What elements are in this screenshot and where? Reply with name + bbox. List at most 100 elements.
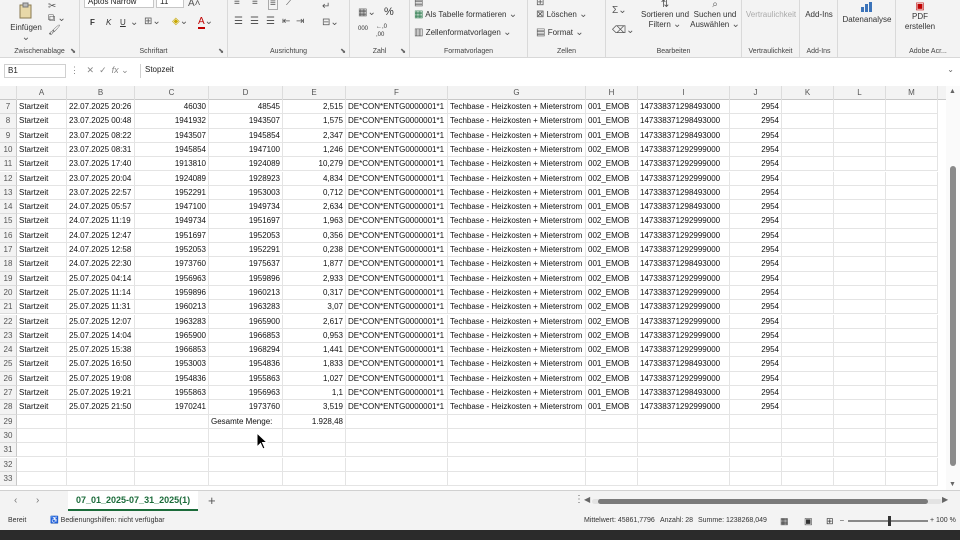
cell-h[interactable] [586,471,638,487]
cell-c[interactable]: 1956963 [135,271,209,286]
increase-indent-button[interactable]: ⇥ [296,17,304,27]
cell-e[interactable]: 2,634 [283,200,346,215]
cell-j[interactable]: 2954 [730,128,782,143]
cell-e[interactable]: 1,441 [283,343,346,358]
row-header[interactable]: 25 [0,357,17,372]
cell-h[interactable]: 001_EMOB [586,200,638,215]
cell-g[interactable]: Techbase - Heizkosten + Mieterstrom [448,128,586,143]
cell-h[interactable] [586,414,638,429]
cell-g[interactable]: Techbase - Heizkosten + Mieterstrom [448,228,586,243]
cell-k[interactable] [782,300,834,315]
cell-g[interactable] [448,471,586,487]
cell-h[interactable]: 002_EMOB [586,371,638,386]
cell-j[interactable] [730,428,782,444]
cell-k[interactable] [782,157,834,172]
cell-g[interactable] [448,414,586,429]
cell-e[interactable]: 1,877 [283,257,346,272]
cell-d[interactable]: 1956963 [209,386,283,401]
cell-b[interactable]: 24.07.2025 12:58 [67,243,135,258]
cell-e[interactable]: 2,617 [283,314,346,329]
cell-k[interactable] [782,243,834,258]
zoom-slider[interactable] [848,516,928,526]
align-middle-button[interactable]: ≡ [252,0,258,8]
column-header[interactable]: D [209,86,283,100]
cell-f[interactable]: DE*CON*ENTG0000001*1 [346,300,448,315]
cell-h[interactable]: 002_EMOB [586,214,638,229]
vertical-scroll-thumb[interactable] [950,166,956,466]
cell-m[interactable] [886,328,938,344]
cell-b[interactable]: 23.07.2025 17:40 [67,157,135,172]
cell-a[interactable]: Startzeit [17,200,67,215]
cell-k[interactable] [782,200,834,215]
cell-l[interactable] [834,300,886,315]
clear-button[interactable]: ⌫⌄ [612,26,635,36]
cell-h[interactable]: 001_EMOB [586,128,638,143]
cell-g[interactable]: Techbase - Heizkosten + Mieterstrom [448,343,586,358]
cell-e[interactable]: 3,519 [283,400,346,415]
cell-e[interactable] [283,457,346,472]
cell-a[interactable]: Startzeit [17,228,67,243]
thousands-button[interactable]: 000 [358,24,368,34]
cell-f[interactable]: DE*CON*ENTG0000001*1 [346,171,448,186]
row-header[interactable]: 7 [0,100,17,115]
cell-a[interactable]: Startzeit [17,114,67,129]
cell-d[interactable]: 1966853 [209,328,283,344]
column-header[interactable]: I [638,86,730,100]
cell-c[interactable]: 46030 [135,100,209,115]
cell-g[interactable]: Techbase - Heizkosten + Mieterstrom [448,271,586,286]
cell-d[interactable]: 1945854 [209,128,283,143]
select-all-corner[interactable] [0,86,17,100]
cell-i[interactable]: 147338371292999000 [638,214,730,229]
cell-a[interactable]: Startzeit [17,185,67,201]
row-header[interactable]: 33 [0,471,17,487]
orientation-button[interactable]: ⟋ [286,0,293,8]
cell-l[interactable] [834,257,886,272]
cell-a[interactable]: Startzeit [17,171,67,186]
accounting-format-button[interactable]: ▦⌄ [358,8,376,18]
cell-e[interactable] [283,471,346,487]
sort-filter-button[interactable]: ⇅ Sortieren und Filtern ⌄ [640,0,690,30]
cell-a[interactable]: Startzeit [17,214,67,229]
cell-l[interactable] [834,400,886,415]
decrease-decimal-button[interactable]: ,00 [376,30,384,40]
cell-b[interactable]: 24.07.2025 11:19 [67,214,135,229]
cell-j[interactable]: 2954 [730,400,782,415]
cell-i[interactable]: 147338371292999000 [638,285,730,301]
cell-h[interactable]: 001_EMOB [586,357,638,372]
expand-formula-icon[interactable]: ⌄ [947,65,954,74]
fill-color-button[interactable]: ◈⌄ [172,17,188,27]
cell-a[interactable]: Startzeit [17,257,67,272]
insert-function-button[interactable]: fx [112,65,119,75]
cell-m[interactable] [886,128,938,143]
cell-m[interactable] [886,200,938,215]
cell-b[interactable]: 25.07.2025 19:08 [67,371,135,386]
cell-l[interactable] [834,428,886,444]
cell-a[interactable]: Startzeit [17,100,67,115]
delete-cells-button[interactable]: ⊠ Löschen ⌄ [536,10,588,20]
cell-m[interactable] [886,171,938,186]
cell-l[interactable] [834,100,886,115]
cell-e[interactable]: 1,1 [283,386,346,401]
cell-l[interactable] [834,443,886,458]
font-color-button[interactable]: A⌄ [198,17,213,29]
cell-c[interactable] [135,471,209,487]
cell-i[interactable]: 147338371298493000 [638,257,730,272]
cell-h[interactable]: 002_EMOB [586,157,638,172]
cell-i[interactable] [638,471,730,487]
cell-d[interactable] [209,443,283,458]
sensitivity-button[interactable]: Vertraulichkeit [744,10,798,20]
row-header[interactable]: 16 [0,228,17,243]
cell-f[interactable]: DE*CON*ENTG0000001*1 [346,328,448,344]
row-header[interactable]: 12 [0,171,17,186]
row-header[interactable]: 26 [0,371,17,386]
cell-c[interactable] [135,457,209,472]
cell-i[interactable]: 147338371292999000 [638,300,730,315]
row-header[interactable]: 10 [0,142,17,158]
cell-c[interactable]: 1945854 [135,142,209,158]
cell-b[interactable]: 25.07.2025 16:50 [67,357,135,372]
format-cells-button[interactable]: ▤ Format ⌄ [536,28,584,38]
cell-d[interactable]: 1955863 [209,371,283,386]
cell-j[interactable]: 2954 [730,386,782,401]
cell-c[interactable]: 1952053 [135,243,209,258]
cell-d[interactable]: 1973760 [209,400,283,415]
